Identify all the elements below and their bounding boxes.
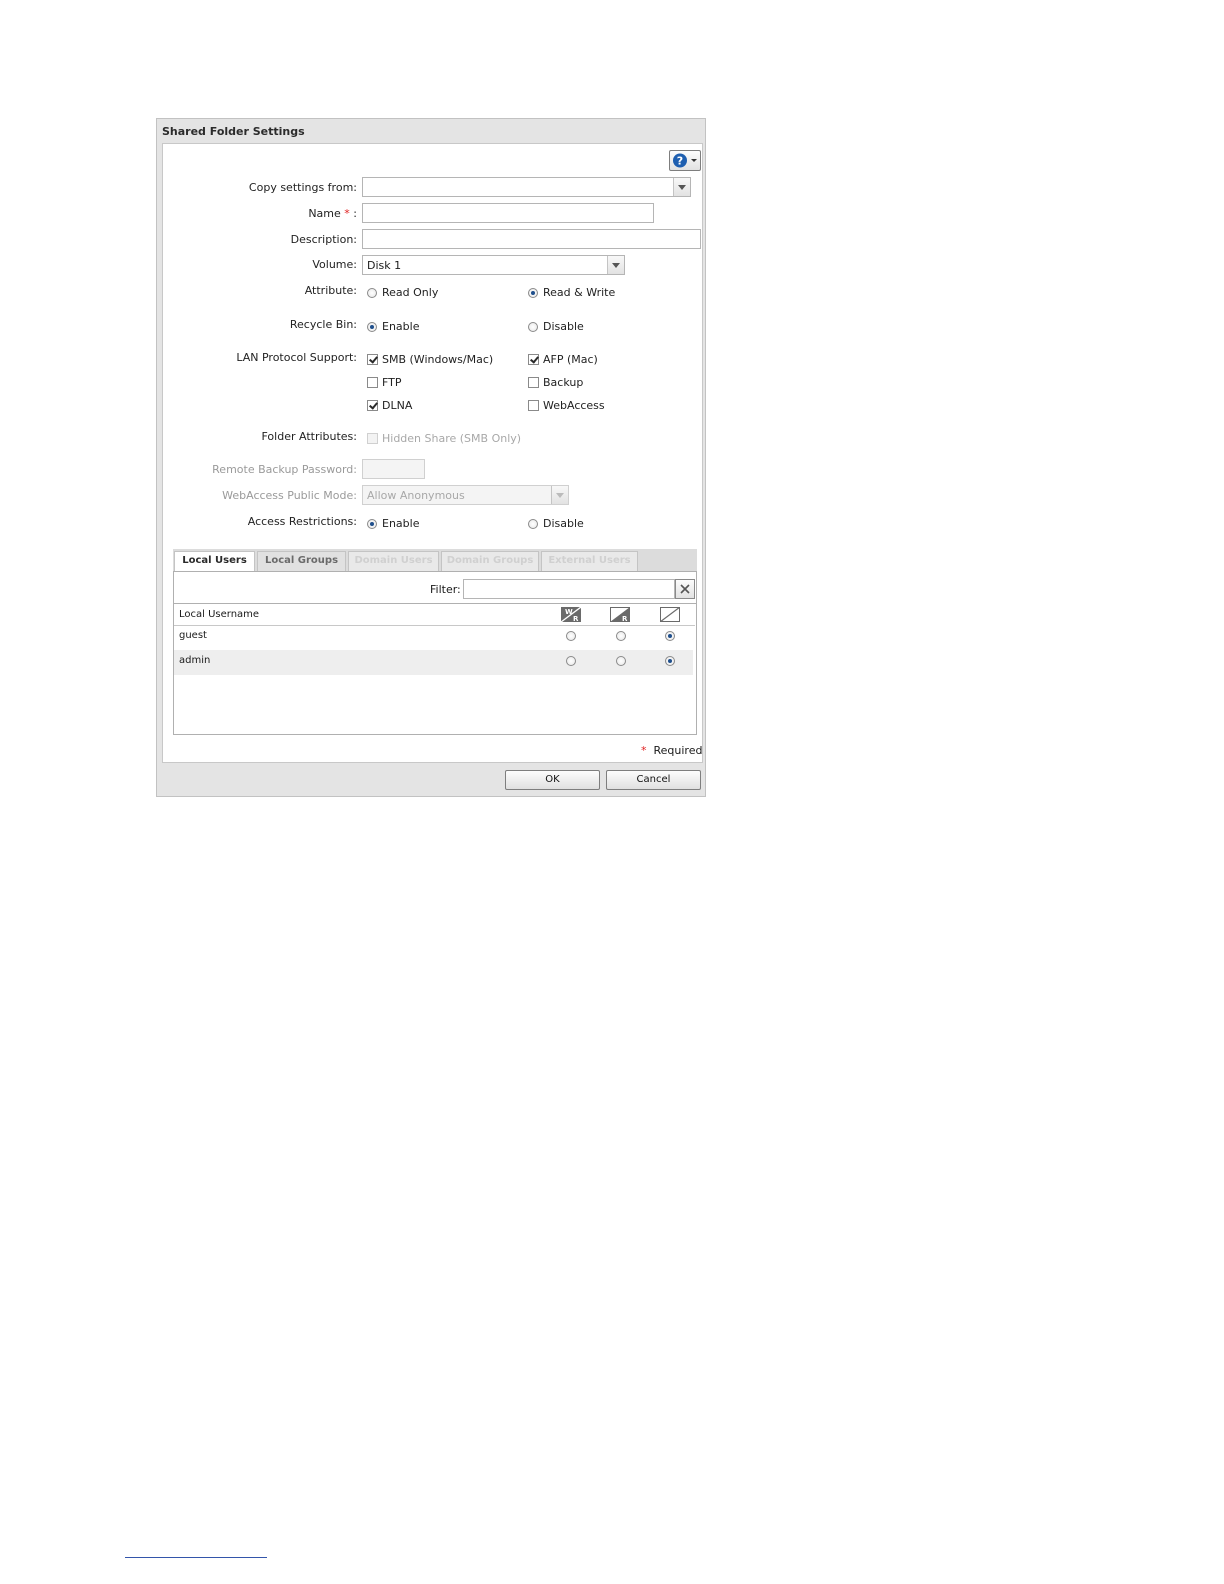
copy-settings-select[interactable]	[362, 177, 691, 197]
recycle-bin-label: Recycle Bin:	[289, 318, 357, 331]
recycle-disable-radio[interactable]	[528, 322, 538, 332]
lan-protocol-label: LAN Protocol Support:	[236, 351, 357, 364]
help-icon: ?	[673, 153, 697, 168]
volume-select[interactable]: Disk 1	[362, 255, 625, 275]
svg-text:R: R	[622, 615, 628, 622]
attribute-read-write-label: Read & Write	[543, 286, 616, 299]
dialog-title: Shared Folder Settings	[162, 125, 305, 138]
name-input[interactable]	[362, 203, 654, 223]
dlna-checkbox[interactable]	[367, 400, 378, 411]
tab-local-users[interactable]: Local Users	[174, 551, 255, 572]
hidden-share-checkbox[interactable]	[367, 433, 378, 444]
username-cell: admin	[179, 655, 211, 666]
webaccess-checkbox[interactable]	[528, 400, 539, 411]
required-note: * Required	[641, 744, 703, 757]
table-row[interactable]	[174, 650, 693, 675]
afp-label: AFP (Mac)	[543, 353, 598, 366]
name-label: Name * :	[308, 207, 357, 220]
footnote-separator	[125, 1557, 267, 1558]
smb-checkbox[interactable]	[367, 354, 378, 365]
table-row[interactable]	[174, 626, 693, 650]
tab-domain-groups[interactable]: Domain Groups	[441, 551, 539, 571]
recycle-enable-label: Enable	[382, 320, 420, 333]
webaccess-mode-value: Allow Anonymous	[367, 489, 465, 502]
required-marker: *	[344, 207, 350, 220]
recycle-enable-radio[interactable]	[367, 322, 377, 332]
afp-checkbox[interactable]	[528, 354, 539, 365]
access-enable-radio[interactable]	[367, 519, 377, 529]
backup-label: Backup	[543, 376, 584, 389]
clear-icon	[680, 584, 690, 594]
webaccess-mode-select[interactable]: Allow Anonymous	[362, 485, 569, 505]
username-cell: guest	[179, 630, 207, 641]
cancel-button[interactable]: Cancel	[606, 770, 701, 790]
ok-button[interactable]: OK	[505, 770, 600, 790]
tab-domain-users[interactable]: Domain Users	[348, 551, 439, 571]
attribute-read-only-radio[interactable]	[367, 288, 377, 298]
admin-read-write-radio[interactable]	[566, 656, 576, 666]
no-access-icon[interactable]	[660, 607, 680, 622]
attribute-read-write-radio[interactable]	[528, 288, 538, 298]
backup-checkbox[interactable]	[528, 377, 539, 388]
folder-attributes-label: Folder Attributes:	[261, 430, 358, 443]
help-button[interactable]: ?	[669, 150, 701, 171]
svg-text:R: R	[573, 615, 579, 622]
ftp-checkbox[interactable]	[367, 377, 378, 388]
attribute-label: Attribute:	[304, 284, 357, 297]
dlna-label: DLNA	[382, 399, 413, 412]
chevron-down-icon[interactable]	[551, 486, 568, 504]
tab-external-users[interactable]: External Users	[541, 551, 638, 571]
guest-read-only-radio[interactable]	[616, 631, 626, 641]
filter-input[interactable]	[463, 579, 675, 599]
remote-backup-label: Remote Backup Password:	[212, 463, 357, 476]
access-disable-label: Disable	[543, 517, 584, 530]
admin-no-access-radio[interactable]	[665, 656, 675, 666]
read-only-icon[interactable]: R	[610, 607, 630, 622]
smb-label: SMB (Windows/Mac)	[382, 353, 494, 366]
guest-no-access-radio[interactable]	[665, 631, 675, 641]
webaccess-mode-label: WebAccess Public Mode:	[222, 489, 357, 502]
clear-filter-button[interactable]	[675, 579, 695, 599]
attribute-read-only-label: Read Only	[382, 286, 439, 299]
access-disable-radio[interactable]	[528, 519, 538, 529]
required-marker: *	[641, 744, 647, 757]
ftp-label: FTP	[382, 376, 402, 389]
access-enable-label: Enable	[382, 517, 420, 530]
read-write-icon[interactable]: W R	[561, 607, 581, 622]
hidden-share-label: Hidden Share (SMB Only)	[382, 432, 522, 445]
access-restrictions-label: Access Restrictions:	[247, 515, 357, 528]
copy-settings-label: Copy settings from:	[248, 181, 357, 194]
svg-text:?: ?	[677, 155, 683, 168]
filter-label: Filter:	[430, 583, 461, 596]
chevron-down-icon[interactable]	[607, 256, 624, 274]
description-label: Description:	[290, 233, 357, 246]
svg-text:W: W	[565, 608, 573, 616]
chevron-down-icon[interactable]	[673, 178, 690, 196]
remote-backup-password-input[interactable]	[362, 459, 425, 479]
webaccess-label: WebAccess	[543, 399, 605, 412]
volume-value: Disk 1	[367, 259, 402, 272]
admin-read-only-radio[interactable]	[616, 656, 626, 666]
guest-read-write-radio[interactable]	[566, 631, 576, 641]
volume-label: Volume:	[312, 258, 357, 271]
description-input[interactable]	[362, 229, 701, 249]
column-local-username: Local Username	[179, 609, 260, 620]
tab-local-groups[interactable]: Local Groups	[257, 551, 346, 571]
recycle-disable-label: Disable	[543, 320, 584, 333]
